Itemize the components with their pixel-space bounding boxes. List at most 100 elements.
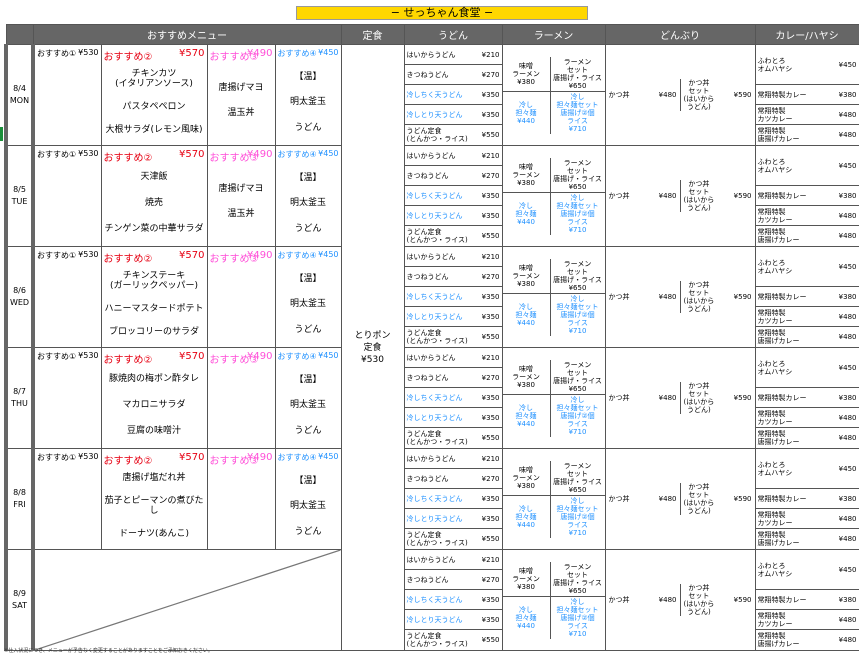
udon-price: ¥270: [481, 373, 500, 382]
menu-item: 【温】: [294, 72, 322, 83]
menu-item: 大根サラダ(レモン風味): [105, 124, 203, 135]
recommend-1-cell: ¥530 おすすめ①: [32, 44, 102, 146]
curry-name: 常翔特製 カツカレー: [757, 611, 793, 628]
day-date: 8/6 WED: [4, 246, 35, 348]
udon-price: ¥550: [481, 232, 500, 240]
menu-item: ドーナツ(あんこ): [118, 528, 190, 539]
recommend-2-items: チキンカツ (イタリアンソース) パスタペペロン 大根サラダ(レモン風味): [102, 63, 206, 141]
curry-price: ¥450: [838, 60, 857, 69]
udon-item: はいからうどん ¥210: [405, 147, 501, 166]
curry-price: ¥380: [838, 494, 857, 503]
recommend-1-price: ¥530: [78, 351, 99, 360]
curry-name: ふわとろ オムハヤシ: [757, 561, 793, 578]
udon-price: ¥210: [481, 454, 500, 463]
udon-name: 冷しちく天うどん: [406, 595, 463, 604]
curry-name: ふわとろ オムハヤシ: [757, 56, 793, 73]
curry-price: ¥380: [838, 90, 857, 99]
udon-name: きつねうどん: [406, 70, 449, 79]
date-label: 8/6: [13, 286, 26, 295]
day-date: 8/9 SAT: [4, 549, 35, 651]
udon-item: 冷しちく天うどん ¥350: [405, 186, 501, 206]
udon-price: ¥350: [481, 595, 500, 604]
menu-item: うどん: [294, 122, 322, 133]
udon-name: 冷しちく天うどん: [406, 90, 463, 99]
menu-item: 唐揚げマヨ: [218, 184, 264, 194]
udon-item: うどん定食 (とんかつ・ライス) ¥550: [405, 529, 501, 549]
udon-price: ¥350: [481, 90, 500, 99]
date-label: 8/9: [13, 589, 26, 598]
curry-list: ふわとろ オムハヤシ ¥450 常翔特製カレー ¥380 常翔特製 カツカレー ¥480 常翔特…: [756, 551, 858, 650]
recommend-1-label: おすすめ①: [37, 352, 77, 361]
recommend-4-cell: ¥450 おすすめ④ 【温】 明太釜玉 うどん: [274, 448, 342, 550]
date-label: 8/5: [13, 185, 26, 194]
recommend-2-label: おすすめ②: [103, 153, 153, 164]
udon-item: うどん定食 (とんかつ・ライス) ¥550: [405, 125, 501, 145]
udon-list: はいからうどん ¥210 きつねうどん ¥270 冷しちく天うどん ¥350 冷しとり天うど…: [405, 551, 501, 650]
ramen-grid: 味噌 ラーメン ¥380 ラーメン セット 唐揚げ・ライス ¥650 冷し 担々麺 ¥440 冷し担…: [503, 258, 604, 336]
recommend-3-items: [208, 265, 274, 337]
udon-name: はいからうどん: [406, 555, 456, 564]
curry-price: ¥480: [838, 211, 857, 220]
recommend-3-label: おすすめ③: [209, 355, 259, 366]
udon-name: 冷しちく天うどん: [406, 191, 463, 200]
menu-item: 明太釜玉: [289, 299, 326, 310]
curry-cell: ふわとろ オムハヤシ ¥450 常翔特製カレー ¥380 常翔特製 カツカレー ¥480 常翔特…: [754, 448, 859, 550]
udon-price: ¥550: [481, 535, 500, 543]
curry-name: ふわとろ オムハヤシ: [757, 460, 793, 477]
donburi-name: かつ丼 セット (はいから うどん): [683, 483, 715, 515]
donburi-list: かつ丼 ¥480 かつ丼 セット (はいから うどん) ¥590: [606, 382, 754, 414]
ramen-item: 冷し 担々麺セット 唐揚げ②個 ライス ¥710: [556, 92, 599, 133]
recommend-3-items: 唐揚げマヨ 温玉丼: [208, 164, 274, 236]
day-row: 8/4 MON ¥530 おすすめ① ¥570 おすすめ② チキンカツ (イタリアンソース) パ…: [4, 44, 859, 651]
recommend-2-items: 豚焼肉の梅ポン酢タレ マカロニサラダ 豆腐の味噌汁: [102, 366, 206, 444]
recommend-3-header: ¥490 おすすめ③: [210, 48, 273, 63]
recommend-2-items: 唐揚げ塩だれ丼 茄子とピーマンの煮びたし ドーナツ(あんこ): [102, 467, 206, 545]
ramen-item: ラーメン セット 唐揚げ・ライス ¥650: [550, 360, 604, 395]
donburi-list: かつ丼 ¥480 かつ丼 セット (はいから うどん) ¥590: [606, 79, 754, 111]
date-label: 8/8: [13, 488, 26, 497]
udon-name: うどん定食 (とんかつ・ライス): [406, 632, 468, 648]
recommend-4-items: 【温】 明太釜玉 うどん: [276, 63, 340, 139]
udon-item: きつねうどん ¥270: [405, 166, 501, 186]
udon-cell: はいからうどん ¥210 きつねうどん ¥270 冷しちく天うどん ¥350 冷しとり天うど…: [403, 44, 503, 146]
menu-item: 【温】: [294, 274, 322, 285]
curry-item: ふわとろ オムハヤシ ¥450: [756, 46, 858, 85]
ramen-item: ラーメン セット 唐揚げ・ライス ¥650: [550, 562, 604, 597]
menu-item: 温玉丼: [227, 209, 255, 219]
donburi-name: かつ丼: [608, 394, 630, 402]
day-row: 8/7 THU ¥530 おすすめ① ¥570 おすすめ② 豚焼肉の梅ポン酢タレ マカロニサラ…: [4, 347, 859, 449]
udon-name: 冷しちく天うどん: [406, 292, 463, 301]
udon-name: はいからうどん: [406, 454, 456, 463]
donburi-name: かつ丼: [608, 91, 630, 99]
udon-name: うどん定食 (とんかつ・ライス): [406, 531, 468, 547]
ramen-item: 冷し 担々麺セット 唐揚げ②個 ライス ¥710: [556, 496, 599, 537]
donburi-cell: かつ丼 ¥480 かつ丼 セット (はいから うどん) ¥590: [604, 448, 756, 550]
recommend-4-label: おすすめ④: [277, 251, 317, 260]
recommend-3-label: おすすめ③: [209, 254, 259, 265]
curry-price: ¥480: [838, 131, 857, 139]
ramen-item: 冷し 担々麺セット 唐揚げ②個 ライス ¥710: [556, 395, 599, 436]
curry-price: ¥450: [838, 464, 857, 473]
ramen-item: 冷し 担々麺 ¥440: [503, 394, 551, 437]
recommend-4-price: ¥450: [318, 149, 339, 158]
recommend-3-cell: ¥490 おすすめ③: [206, 347, 276, 449]
curry-price: ¥380: [838, 595, 857, 604]
left-marker: [0, 127, 3, 141]
date-label: 8/7: [13, 387, 26, 396]
udon-header: うどん: [403, 24, 503, 45]
udon-item: 冷しちく天うどん ¥350: [405, 287, 501, 307]
menu-item: 【温】: [294, 173, 322, 184]
recommend-3-header: ¥490 おすすめ③: [210, 351, 273, 366]
menu-item: 豚焼肉の梅ポン酢タレ: [108, 374, 199, 384]
udon-price: ¥350: [481, 393, 500, 402]
curry-list: ふわとろ オムハヤシ ¥450 常翔特製カレー ¥380 常翔特製 カツカレー ¥480 常翔特…: [756, 248, 858, 347]
donburi-price: ¥480: [658, 394, 677, 402]
udon-name: 冷しちく天うどん: [406, 494, 463, 503]
curry-name: 常翔特製 カツカレー: [757, 308, 793, 325]
recommend-2-header: ¥570 おすすめ②: [104, 48, 205, 63]
curry-price: ¥450: [838, 262, 857, 271]
curry-header: カレー/ハヤシ: [754, 24, 859, 45]
udon-name: きつねうどん: [406, 575, 449, 584]
udon-price: ¥350: [481, 312, 500, 321]
udon-name: うどん定食 (とんかつ・ライス): [406, 127, 468, 143]
